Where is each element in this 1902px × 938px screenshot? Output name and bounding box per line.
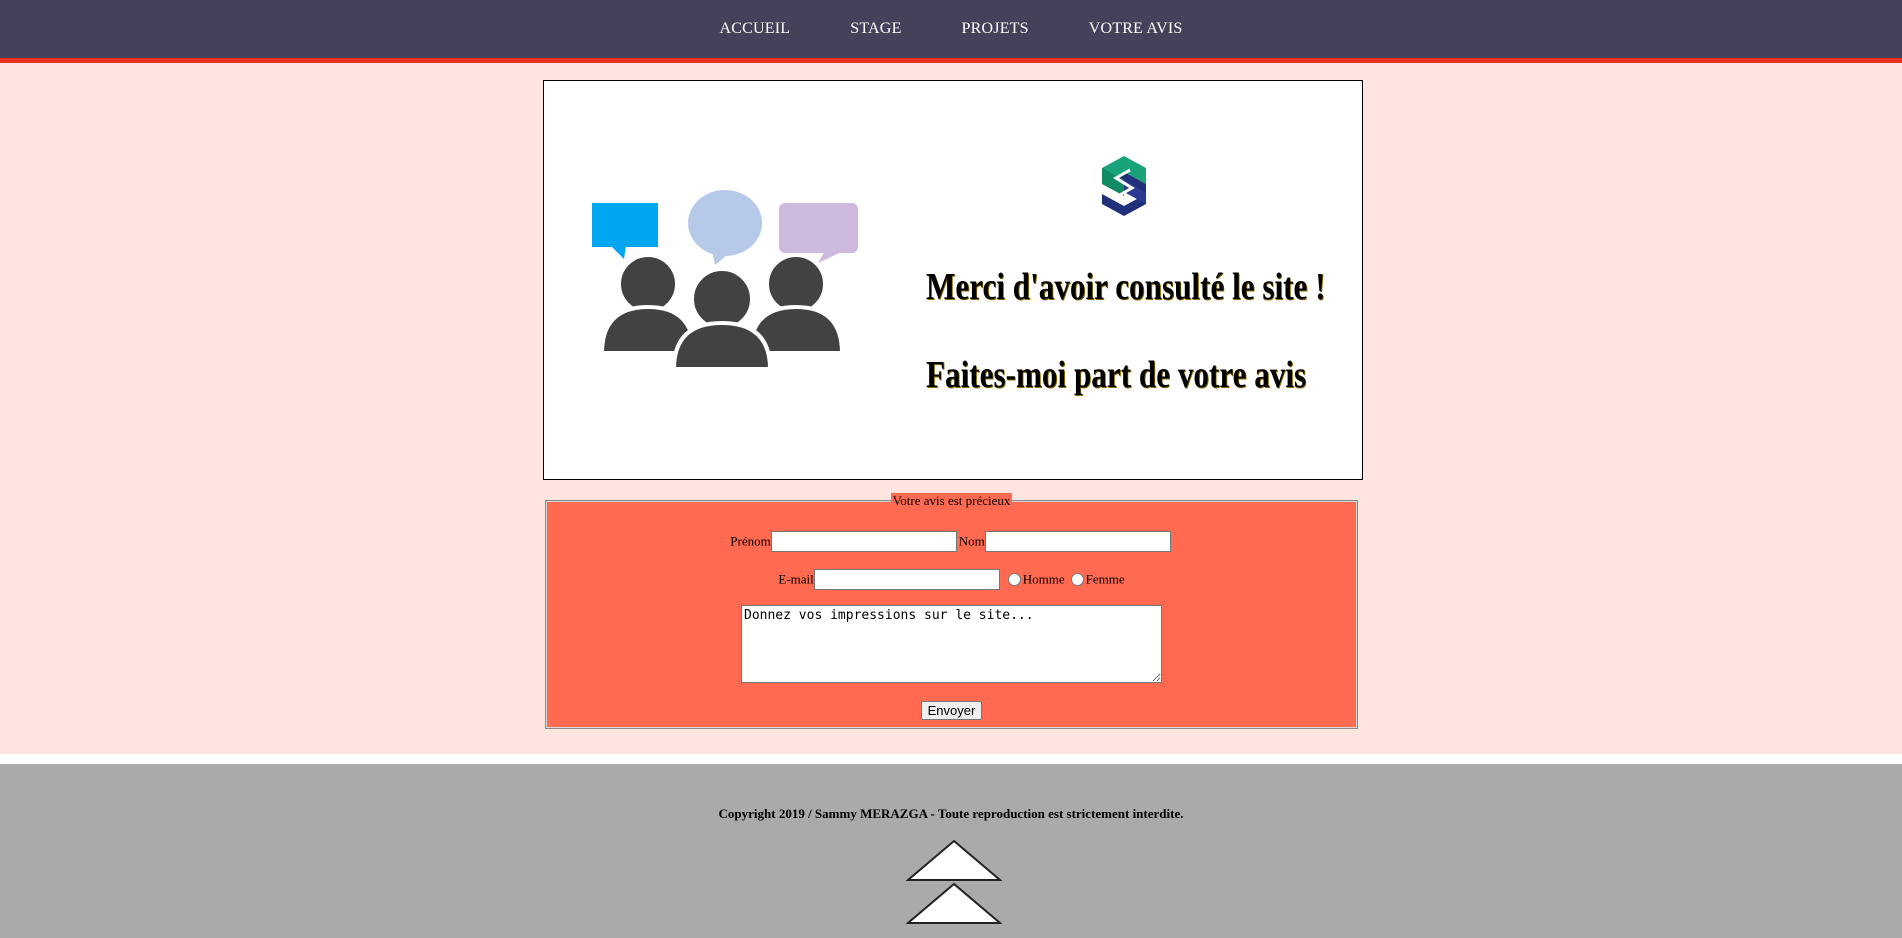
main-nav: ACCUEIL STAGE PROJETS VOTRE AVIS bbox=[0, 20, 1902, 38]
back-to-top-icon[interactable] bbox=[906, 839, 1002, 925]
hero-feedback-text: Faites-moi part de votre avis bbox=[926, 354, 1307, 396]
gender-femme-radio[interactable] bbox=[1070, 573, 1084, 586]
gender-homme-label: Homme bbox=[1022, 571, 1065, 587]
copyright-text: Copyright 2019 / Sammy MERAZGA - Toute r… bbox=[718, 806, 1184, 821]
submit-button[interactable]: Envoyer bbox=[920, 701, 983, 720]
gender-homme-radio[interactable] bbox=[1007, 573, 1021, 586]
comment-textarea[interactable]: Donnez vos impressions sur le site... bbox=[741, 605, 1162, 683]
email-input[interactable] bbox=[813, 569, 1000, 590]
people-chat-icon bbox=[592, 190, 858, 369]
hero-banner: Merci d'avoir consulté le site ! Faites-… bbox=[543, 80, 1363, 480]
nom-label: Nom bbox=[958, 533, 985, 549]
submit-row: Envoyer bbox=[546, 701, 1357, 720]
footer: Copyright 2019 / Sammy MERAZGA - Toute r… bbox=[0, 764, 1902, 938]
gender-femme-label: Femme bbox=[1085, 571, 1125, 587]
hero-thanks-text: Merci d'avoir consulté le site ! bbox=[926, 266, 1326, 308]
email-label: E-mail bbox=[778, 571, 814, 587]
name-row: Prénom Nom bbox=[546, 531, 1357, 552]
footer-separator bbox=[0, 754, 1902, 764]
top-navbar: ACCUEIL STAGE PROJETS VOTRE AVIS bbox=[0, 0, 1902, 63]
prenom-input[interactable] bbox=[770, 531, 957, 552]
nav-item-projets[interactable]: PROJETS bbox=[962, 20, 1029, 38]
nav-item-votre-avis[interactable]: VOTRE AVIS bbox=[1089, 20, 1183, 38]
nav-item-stage[interactable]: STAGE bbox=[850, 20, 901, 38]
comment-row: Donnez vos impressions sur le site... bbox=[546, 605, 1357, 687]
form-legend: Votre avis est précieux bbox=[890, 493, 1013, 508]
s-logo-icon bbox=[1102, 156, 1146, 216]
email-gender-row: E-mail Homme Femme bbox=[546, 569, 1357, 590]
nom-input[interactable] bbox=[984, 531, 1171, 552]
feedback-form: Votre avis est précieux Prénom Nom E-mail… bbox=[545, 493, 1358, 729]
nav-item-accueil[interactable]: ACCUEIL bbox=[720, 20, 791, 38]
prenom-label: Prénom bbox=[730, 533, 771, 549]
